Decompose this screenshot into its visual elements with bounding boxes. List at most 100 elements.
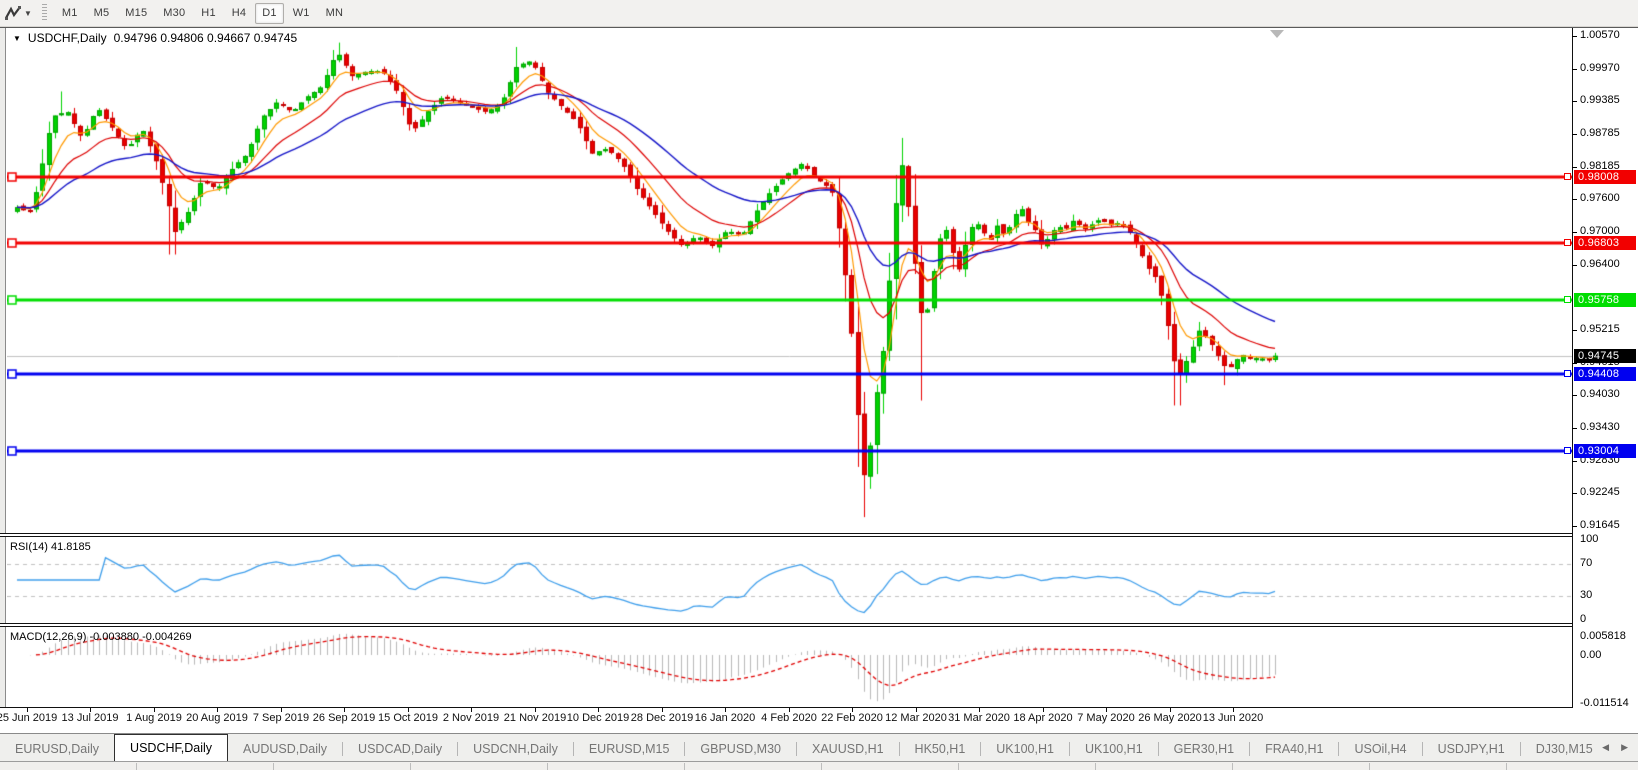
tab-scroll-right-icon[interactable]: ▶ (1621, 742, 1628, 753)
chart-tab-uk100-h1[interactable]: UK100,H1 (981, 736, 1069, 761)
chart-tab-dj30-m15[interactable]: DJ30,M15 (1521, 736, 1608, 761)
date-tick-label: 25 Jun 2019 (0, 712, 57, 724)
rsi-tick-label: 0 (1580, 613, 1586, 625)
timeframe-button-m30[interactable]: M30 (156, 3, 192, 24)
macd-tick-label: 0.005818 (1580, 630, 1626, 642)
date-tick-label: 21 Nov 2019 (504, 712, 566, 724)
tab-scroll-buttons: ◀ ▶ (1602, 742, 1628, 753)
price-tick-mark (1572, 36, 1577, 37)
status-pane-divider (410, 763, 411, 770)
date-tick-label: 31 Mar 2020 (948, 712, 1010, 724)
chart-tab-fra40-h1[interactable]: FRA40,H1 (1250, 736, 1338, 761)
macd-canvas[interactable] (7, 627, 1572, 707)
chart-tab-hk50-h1[interactable]: HK50,H1 (900, 736, 981, 761)
toolbar-grip[interactable] (42, 4, 47, 22)
timeframe-button-m15[interactable]: M15 (118, 3, 154, 24)
price-tick-mark (1572, 526, 1577, 527)
scroll-to-end-marker[interactable] (1270, 30, 1284, 38)
date-tick-label: 7 Sep 2019 (253, 712, 309, 724)
chart-tab-ger30-h1[interactable]: GER30,H1 (1159, 736, 1249, 761)
level-line-handle[interactable] (1564, 447, 1571, 454)
date-tick-label: 22 Feb 2020 (821, 712, 883, 724)
price-tick-mark (1572, 101, 1577, 102)
price-tick-label: 0.99385 (1580, 94, 1620, 106)
price-tick-mark (1572, 134, 1577, 135)
price-tick-label: 1.00570 (1580, 29, 1620, 41)
price-tick-mark (1572, 363, 1577, 364)
chart-tab-gbpusd-m30[interactable]: GBPUSD,M30 (685, 736, 796, 761)
level-line-handle[interactable] (1564, 370, 1571, 377)
mt4-window: ▼ M1M5M15M30H1H4D1W1MN ▼ USDCHF,Daily 0.… (0, 0, 1638, 770)
price-tick-mark (1572, 428, 1577, 429)
date-tick-label: 4 Feb 2020 (761, 712, 817, 724)
timeframe-button-m1[interactable]: M1 (55, 3, 85, 24)
price-tick-label: 0.93430 (1580, 421, 1620, 433)
dropdown-caret-icon: ▼ (24, 9, 32, 18)
status-pane-divider (136, 763, 137, 770)
chart-tab-eurusd-m15[interactable]: EURUSD,M15 (574, 736, 685, 761)
chart-tab-bar: EURUSD,DailyUSDCHF,DailyAUDUSD,DailyUSDC… (0, 733, 1638, 761)
timeframe-button-m5[interactable]: M5 (87, 3, 117, 24)
price-tick-label: 0.92245 (1580, 486, 1620, 498)
rsi-canvas[interactable] (7, 537, 1572, 623)
level-price-tag: 0.93004 (1574, 444, 1636, 458)
timeframe-button-d1[interactable]: D1 (255, 3, 283, 24)
status-pane-divider (1095, 763, 1096, 770)
rsi-tick-label: 70 (1580, 557, 1592, 569)
level-line-handle[interactable] (1564, 239, 1571, 246)
chart-tab-eurusd-daily[interactable]: EURUSD,Daily (0, 736, 114, 761)
chart-tab-uk100-h1[interactable]: UK100,H1 (1070, 736, 1158, 761)
chart-ohlc-values: 0.94796 0.94806 0.94667 0.94745 (114, 31, 298, 45)
chart-tab-usdcad-daily[interactable]: USDCAD,Daily (343, 736, 457, 761)
rsi-tick-label: 30 (1580, 589, 1592, 601)
date-tick-label: 2 Nov 2019 (443, 712, 499, 724)
price-tick-label: 0.96400 (1580, 258, 1620, 270)
level-line-handle[interactable] (1564, 173, 1571, 180)
status-pane-divider (273, 763, 274, 770)
status-bar-strip (0, 761, 1638, 770)
price-tick-mark (1572, 330, 1577, 331)
macd-label: MACD(12,26,9) -0.003880 -0.004269 (10, 631, 192, 643)
price-tick-label: 0.95215 (1580, 323, 1620, 335)
chart-tab-usdchf-daily[interactable]: USDCHF,Daily (114, 734, 228, 761)
date-tick-label: 16 Jan 2020 (695, 712, 756, 724)
rsi-tick-label: 100 (1580, 533, 1598, 545)
price-tick-mark (1572, 199, 1577, 200)
chart-title: ▼ USDCHF,Daily 0.94796 0.94806 0.94667 0… (13, 31, 297, 45)
date-axis[interactable]: 25 Jun 201913 Jul 20191 Aug 201920 Aug 2… (0, 708, 1638, 733)
price-tick-label: 0.97600 (1580, 192, 1620, 204)
tab-scroll-left-icon[interactable]: ◀ (1602, 742, 1609, 753)
chart-tab-usoil-h4[interactable]: USOil,H4 (1339, 736, 1421, 761)
status-pane-divider (958, 763, 959, 770)
price-tick-label: 0.94030 (1580, 388, 1620, 400)
price-tick-mark (1572, 167, 1577, 168)
chart-tab-xauusd-h1[interactable]: XAUUSD,H1 (797, 736, 899, 761)
status-pane-divider (821, 763, 822, 770)
chart-tab-usdjpy-h1[interactable]: USDJPY,H1 (1423, 736, 1520, 761)
chart-symbol-label: USDCHF,Daily (28, 31, 107, 45)
status-pane-divider (684, 763, 685, 770)
timeframe-button-w1[interactable]: W1 (286, 3, 317, 24)
price-tick-label: 0.91645 (1580, 519, 1620, 531)
date-tick-label: 13 Jun 2020 (1203, 712, 1264, 724)
date-tick-label: 26 Sep 2019 (313, 712, 375, 724)
timeframe-button-h4[interactable]: H4 (225, 3, 253, 24)
main-chart-canvas[interactable] (7, 28, 1572, 533)
price-tick-mark (1572, 265, 1577, 266)
level-price-tag: 0.94408 (1574, 367, 1636, 381)
timeframe-button-h1[interactable]: H1 (194, 3, 222, 24)
level-price-tag: 0.98008 (1574, 170, 1636, 184)
status-pane-divider (1506, 763, 1507, 770)
date-tick-label: 13 Jul 2019 (62, 712, 119, 724)
chart-border-left (0, 28, 6, 708)
price-axis[interactable]: 1.005700.999700.993850.987850.981850.976… (1573, 28, 1638, 708)
date-tick-label: 28 Dec 2019 (631, 712, 693, 724)
price-tick-label: 0.98785 (1580, 127, 1620, 139)
line-studies-tool[interactable]: ▼ (4, 4, 36, 22)
timeframe-button-mn[interactable]: MN (319, 3, 351, 24)
current-price-tag: 0.94745 (1574, 349, 1636, 363)
level-line-handle[interactable] (1564, 296, 1571, 303)
price-tick-mark (1572, 232, 1577, 233)
chart-tab-usdcnh-daily[interactable]: USDCNH,Daily (458, 736, 573, 761)
chart-tab-audusd-daily[interactable]: AUDUSD,Daily (228, 736, 342, 761)
